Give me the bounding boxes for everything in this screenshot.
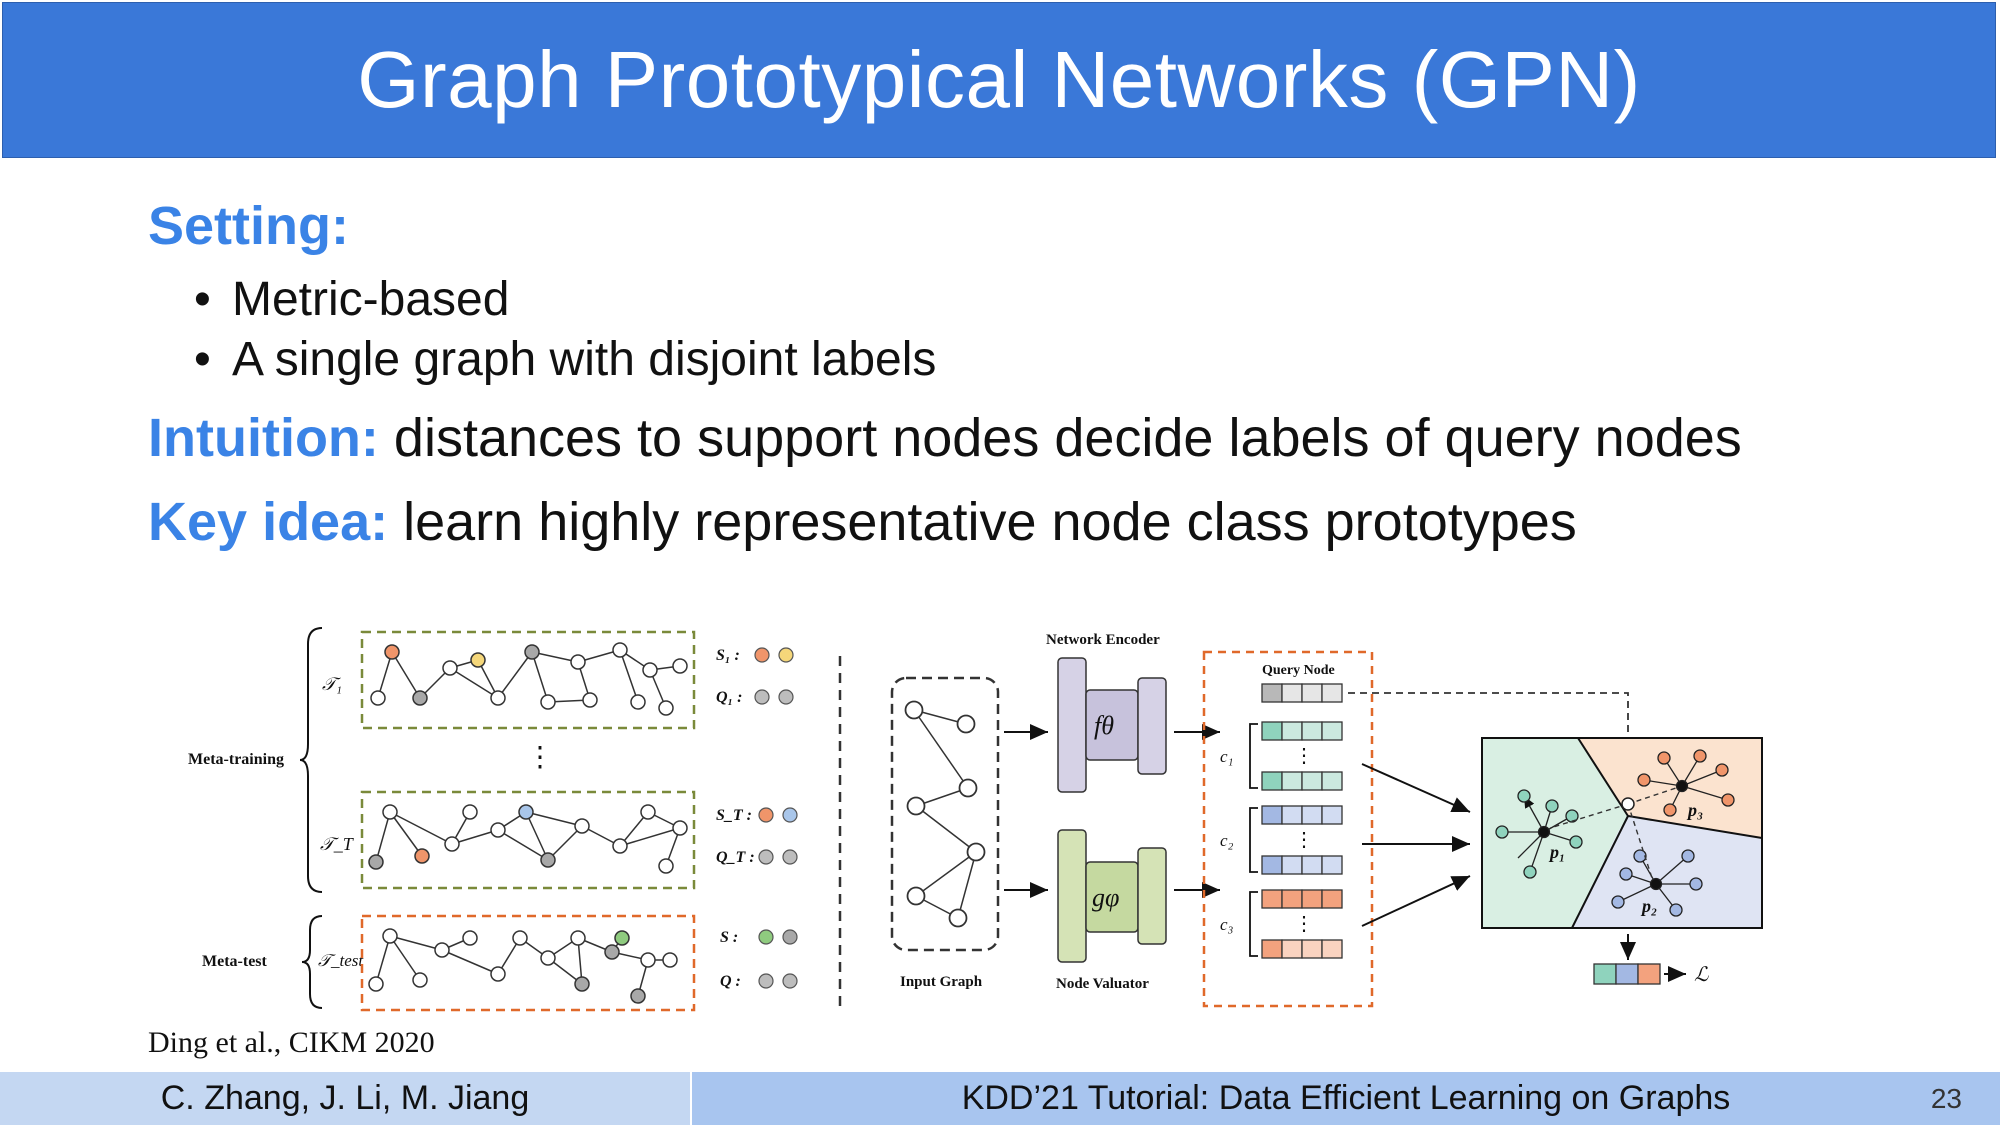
q1-node xyxy=(754,689,770,705)
gpn-figure: Meta-training Meta-test 𝒯₁ 𝒯_T 𝒯_test S₁… xyxy=(188,627,1763,1012)
q-label: Q : xyxy=(720,973,741,990)
qT-node xyxy=(758,849,774,865)
bullet-item: Metric-based xyxy=(194,270,1940,330)
tau-T-label: 𝒯_T xyxy=(320,834,355,854)
task-T-nodes xyxy=(368,804,688,874)
valuator-block-left xyxy=(1057,829,1087,963)
s-label: S : xyxy=(720,929,738,946)
p3-label: p₃ xyxy=(1686,800,1703,820)
g-phi-symbol: gφ xyxy=(1092,883,1119,912)
c3-label: c₃ xyxy=(1220,915,1234,934)
slide-content: Setting: Metric-based A single graph wit… xyxy=(148,190,1940,558)
f-theta-symbol: fθ xyxy=(1094,711,1114,740)
s1-node-orange xyxy=(754,647,770,663)
bracket-c2 xyxy=(1249,807,1258,873)
bullet-item: A single graph with disjoint labels xyxy=(194,330,1940,390)
tau-1-label: 𝒯₁ xyxy=(322,674,342,694)
query-node-label: Query Node xyxy=(1262,663,1335,678)
vertical-ellipsis: ⋮ xyxy=(526,742,554,773)
sT-node-blue xyxy=(782,807,798,823)
q1-label: Q₁ : xyxy=(716,689,742,706)
footer: C. Zhang, J. Li, M. Jiang KDD’21 Tutoria… xyxy=(0,1072,2000,1125)
s-node-green xyxy=(758,929,774,945)
s-node-gray xyxy=(782,929,798,945)
intuition-label: Intuition: xyxy=(148,408,379,468)
slide-title: Graph Prototypical Networks (GPN) xyxy=(357,35,1641,124)
input-graph xyxy=(913,709,977,919)
setting-bullets: Metric-based A single graph with disjoin… xyxy=(148,270,1940,390)
q-node xyxy=(782,973,798,989)
task-1-nodes xyxy=(370,642,688,716)
loss-symbol: ℒ xyxy=(1694,964,1709,986)
node-valuator-label: Node Valuator xyxy=(1056,976,1149,992)
output-distribution xyxy=(1593,963,1661,985)
meta-test-label: Meta-test xyxy=(202,953,268,970)
qT-label: Q_T : xyxy=(716,849,755,866)
keyidea-label: Key idea: xyxy=(148,492,389,552)
s1-label: S₁ : xyxy=(716,647,740,664)
arrow-c1-to-space xyxy=(1361,763,1471,813)
sT-node-orange xyxy=(758,807,774,823)
valuator-block-right xyxy=(1137,847,1167,945)
encoder-block-left xyxy=(1057,657,1087,793)
network-encoder-label: Network Encoder xyxy=(1046,632,1160,648)
bracket-c1 xyxy=(1249,723,1258,789)
arrow-c3-to-space xyxy=(1361,875,1471,927)
footer-tutorial: KDD’21 Tutorial: Data Efficient Learning… xyxy=(692,1072,2000,1125)
c1-label: c₁ xyxy=(1220,747,1233,766)
q-node xyxy=(758,973,774,989)
setting-heading: Setting: xyxy=(148,196,349,256)
footer-authors: C. Zhang, J. Li, M. Jiang xyxy=(0,1072,690,1125)
sT-label: S_T : xyxy=(716,807,752,824)
embedding-ellipsis: ⋮ xyxy=(1294,913,1314,935)
meta-training-label: Meta-training xyxy=(188,751,284,768)
embedding-ellipsis: ⋮ xyxy=(1294,829,1314,851)
s1-node-yellow xyxy=(778,647,794,663)
keyidea-text: learn highly representative node class p… xyxy=(388,492,1577,552)
title-bar: Graph Prototypical Networks (GPN) xyxy=(2,2,1996,158)
keyidea-line: Key idea: learn highly representative no… xyxy=(148,486,1940,558)
query-node-point xyxy=(1621,797,1635,811)
query-embedding xyxy=(1261,683,1343,703)
brace-meta-training xyxy=(299,627,323,893)
task-test-nodes xyxy=(368,928,678,1004)
page-number: 23 xyxy=(1930,1082,1962,1114)
p1-label: p₁ xyxy=(1548,842,1565,862)
bracket-c3 xyxy=(1249,891,1258,957)
c2-label: c₂ xyxy=(1220,831,1234,850)
qT-node xyxy=(782,849,798,865)
intuition-line: Intuition: distances to support nodes de… xyxy=(148,402,1940,474)
input-graph-nodes xyxy=(904,700,986,928)
p2-label: p₂ xyxy=(1640,896,1657,916)
input-graph-label: Input Graph xyxy=(900,974,983,990)
embedding-ellipsis: ⋮ xyxy=(1294,745,1314,767)
encoder-block-right xyxy=(1137,677,1167,775)
intuition-text: distances to support nodes decide labels… xyxy=(378,408,1742,468)
citation: Ding et al., CIKM 2020 xyxy=(148,1026,435,1059)
q1-node xyxy=(778,689,794,705)
tau-test-label: 𝒯_test xyxy=(318,951,364,970)
